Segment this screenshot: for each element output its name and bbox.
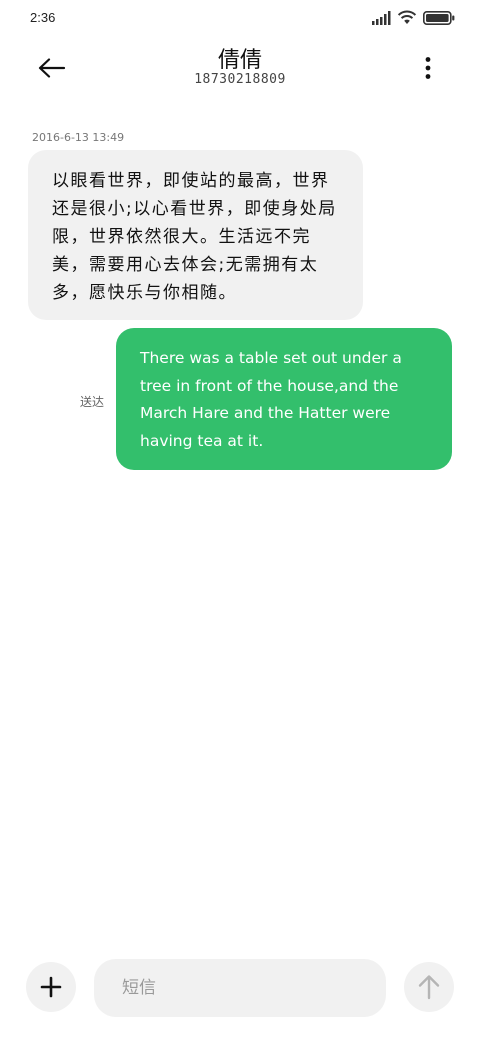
arrow-up-icon [418, 975, 440, 1000]
incoming-message-text: 以眼看世界，即使站的最高，世界还是很小;以心看世界，即使身处局限，世界依然很大。… [52, 171, 337, 303]
conversation-header: 倩倩 18730218809 [0, 36, 480, 106]
send-button[interactable] [404, 962, 454, 1012]
battery-icon [423, 11, 455, 25]
outgoing-message-text: There was a table set out under a tree i… [140, 349, 402, 450]
plus-icon [40, 976, 62, 998]
status-bar: 2:36 [0, 0, 480, 36]
outgoing-message-bubble[interactable]: There was a table set out under a tree i… [116, 328, 452, 470]
add-attachment-button[interactable] [26, 962, 76, 1012]
message-timestamp: 2016-6-13 13:49 [32, 131, 125, 144]
more-button[interactable] [412, 52, 444, 84]
delivery-status: 送达 [80, 395, 105, 409]
status-time: 2:36 [30, 10, 56, 25]
message-input[interactable] [94, 959, 386, 1017]
more-vertical-icon [425, 57, 431, 79]
wifi-icon [397, 10, 417, 24]
incoming-message-bubble[interactable]: 以眼看世界，即使站的最高，世界还是很小;以心看世界，即使身处局限，世界依然很大。… [28, 150, 363, 320]
signal-icon [372, 11, 391, 25]
contact-name: 倩倩 [217, 48, 262, 73]
contact-number: 18730218809 [194, 72, 286, 87]
